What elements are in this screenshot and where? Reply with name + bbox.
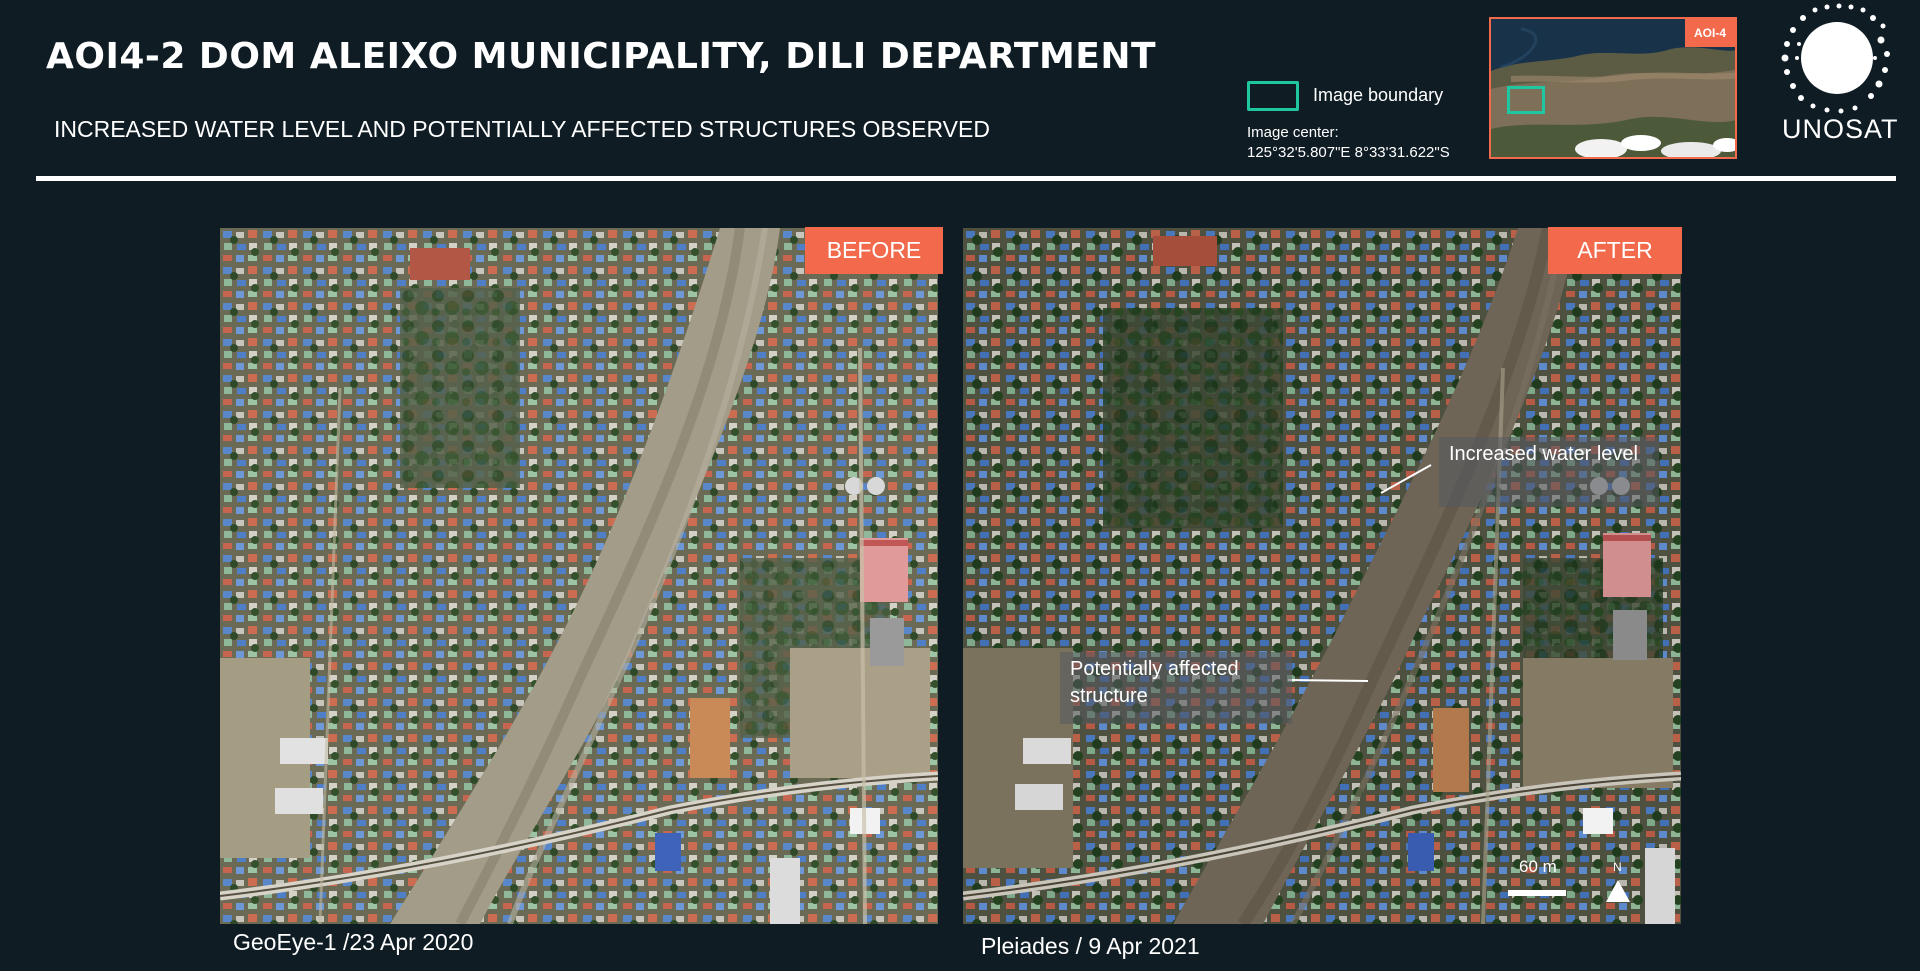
image-boundary-legend-swatch — [1247, 81, 1299, 111]
after-label: AFTER — [1548, 227, 1682, 274]
after-imagery — [963, 228, 1681, 924]
before-imagery — [220, 228, 938, 924]
before-caption: GeoEye-1 /23 Apr 2020 — [233, 929, 474, 955]
image-boundary-legend-label: Image boundary — [1313, 85, 1444, 105]
unosat-logo-text: UNOSAT — [1782, 114, 1899, 144]
page: AOI4-2 DOM ALEIXO MUNICIPALITY, DILI DEP… — [0, 0, 1920, 971]
after-caption: Pleiades / 9 Apr 2021 — [981, 933, 1200, 959]
annotation-potentially-affected-structure: Potentially affected structure — [1060, 652, 1292, 724]
before-label: BEFORE — [805, 227, 943, 274]
after-satellite-image: 60 m N — [963, 228, 1681, 924]
page-title: AOI4-2 DOM ALEIXO MUNICIPALITY, DILI DEP… — [46, 36, 1157, 77]
page-subtitle: INCREASED WATER LEVEL AND POTENTIALLY AF… — [54, 116, 990, 142]
inset-image-boundary — [1507, 86, 1545, 114]
image-center-label: Image center: — [1247, 124, 1339, 141]
image-center-coordinates: 125°32'5.807"E 8°33'31.622"S — [1247, 144, 1450, 161]
annotation-increased-water-level: Increased water level — [1439, 437, 1659, 507]
north-arrow-label: N — [1613, 860, 1622, 874]
aoi-badge: AOI-4 — [1684, 19, 1735, 47]
header-divider — [36, 176, 1896, 181]
overview-inset-map: AOI-4 — [1489, 17, 1737, 159]
scale-bar-label: 60 m — [1519, 857, 1557, 876]
before-satellite-image — [220, 228, 938, 924]
